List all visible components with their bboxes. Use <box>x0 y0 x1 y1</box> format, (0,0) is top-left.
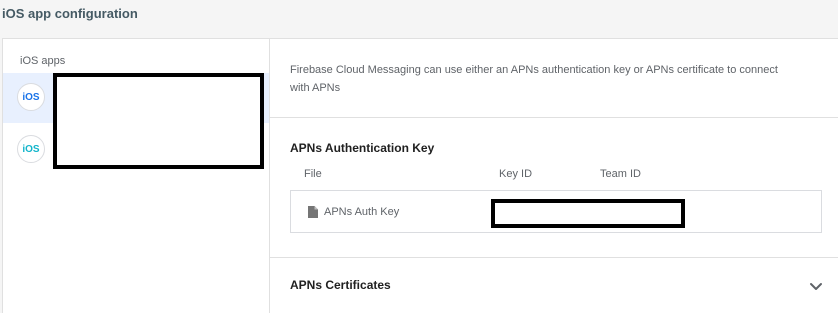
ios-app-icon: iOS <box>17 135 45 163</box>
redaction-box <box>491 199 685 228</box>
divider <box>270 117 838 118</box>
apns-config-panel: Firebase Cloud Messaging can use either … <box>270 39 838 313</box>
apns-auth-key-file-name: APNs Auth Key <box>324 206 400 218</box>
ios-apps-sidebar: iOS apps iOS iOS <box>3 39 270 313</box>
ios-app-icon: iOS <box>17 83 45 111</box>
apns-certificates-title: APNs Certificates <box>290 278 391 292</box>
divider <box>270 257 838 258</box>
column-header-file: File <box>304 168 322 180</box>
fcm-description: Firebase Cloud Messaging can use either … <box>290 64 778 94</box>
page-title: iOS app configuration <box>2 6 138 21</box>
file-icon <box>308 206 318 218</box>
column-header-key-id: Key ID <box>499 168 533 180</box>
sidebar-header: iOS apps <box>20 55 66 67</box>
chevron-down-icon[interactable] <box>808 278 824 294</box>
column-header-team-id: Team ID <box>600 168 641 180</box>
ios-config-card: iOS apps iOS iOS Firebase Cloud Messagin… <box>2 38 838 313</box>
apns-auth-key-title: APNs Authentication Key <box>290 141 435 155</box>
redaction-box <box>53 73 264 169</box>
